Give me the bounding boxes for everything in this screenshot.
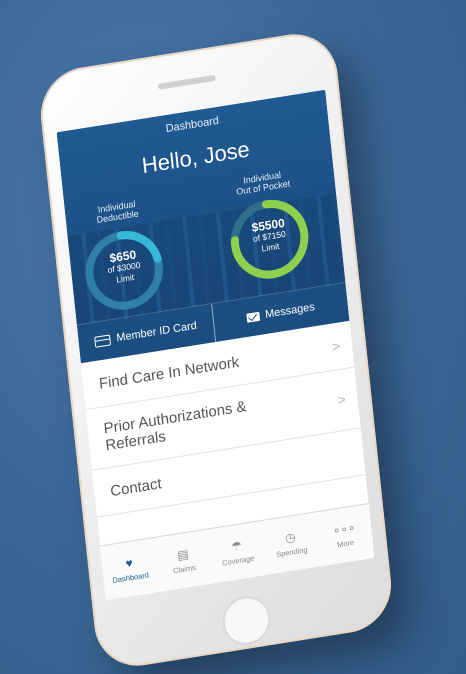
mail-icon [245,311,260,323]
prior-authorizations-label: Prior Authorizations & Referrals [103,398,249,454]
tab-dashboard[interactable]: ♥ Dashboard [100,538,159,600]
tab-spending[interactable]: ◷ Spending [261,513,320,575]
tab-coverage[interactable]: ☂ Coverage [208,521,267,583]
tab-dashboard-label: Dashboard [112,569,150,585]
umbrella-icon: ☂ [230,538,243,555]
more-dots-icon: ∘∘∘ [332,520,356,538]
messages-label: Messages [264,301,316,321]
tab-more[interactable]: ∘∘∘ More [315,504,374,566]
chevron-right-icon: > [331,337,341,355]
heart-pulse-icon: ♥ [124,555,134,571]
chevron-right-icon: > [336,390,347,409]
id-card-icon [94,333,112,348]
tab-claims-label: Claims [172,562,197,575]
tab-claims[interactable]: ▤ Claims [154,530,213,592]
phone-body: Dashboard Hello, Jose Individual Deducti… [36,27,396,673]
bottom-tab-bar: ♥ Dashboard ▤ Claims ☂ Coverage ◷ Spendi… [99,503,375,601]
deductible-ring[interactable]: $650 of $3000 Limit [77,221,171,320]
contact-label: Contact [109,474,163,500]
app-screen: Dashboard Hello, Jose Individual Deducti… [56,89,375,601]
oop-ring[interactable]: $5500 of $7150 Limit [223,190,317,289]
dashboard-header: Dashboard Hello, Jose Individual Deducti… [56,89,350,364]
clock-icon: ◷ [284,529,297,546]
document-icon: ▤ [176,546,190,563]
find-care-label: Find Care In Network [98,353,240,393]
home-button[interactable] [220,592,273,649]
tab-more-label: More [336,537,355,549]
phone-mockup: Dashboard Hello, Jose Individual Deducti… [0,0,466,674]
tab-spending-label: Spending [275,544,308,559]
member-id-card-label: Member ID Card [115,319,198,345]
tab-coverage-label: Coverage [221,553,255,568]
phone-speaker [157,74,216,90]
